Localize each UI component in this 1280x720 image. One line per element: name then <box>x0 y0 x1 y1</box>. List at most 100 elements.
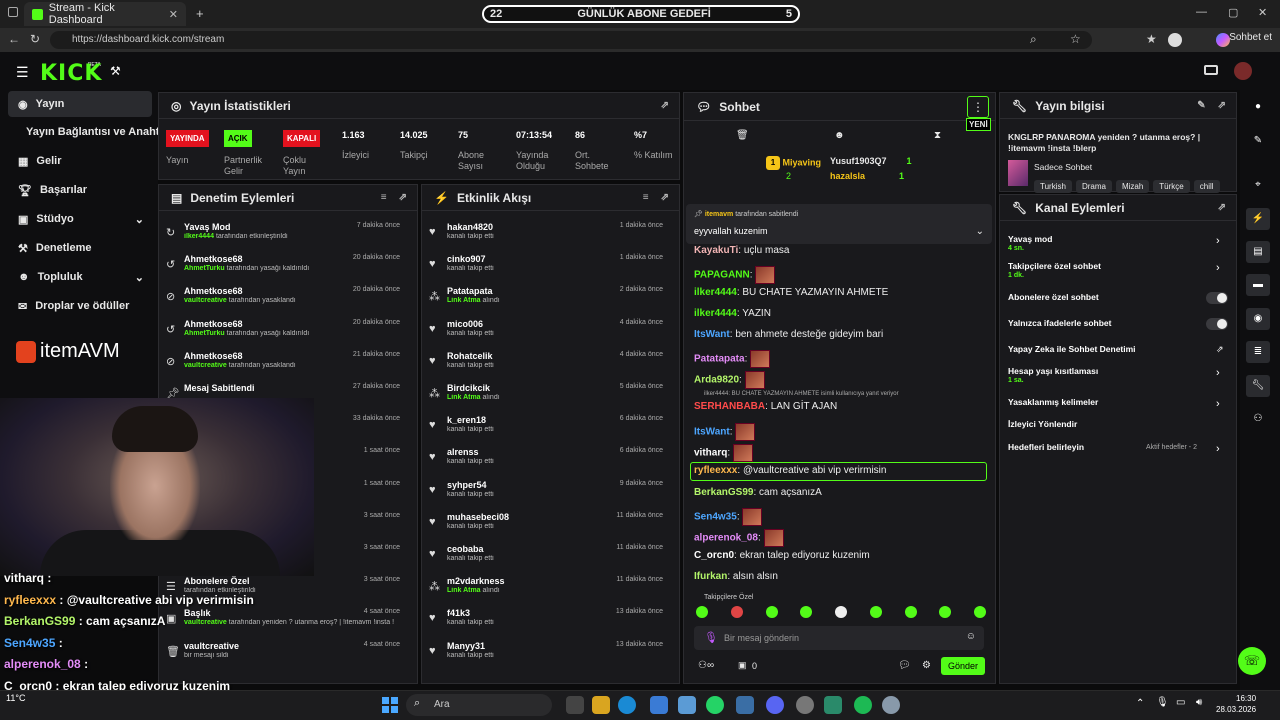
chat-username[interactable]: Arda9820 <box>694 375 739 386</box>
activity-row[interactable]: ♥ muhasebeci08 kanalı takip etti 11 dakika … <box>425 510 671 542</box>
mic-icon[interactable]: 🎙︎ <box>704 631 718 644</box>
chat-message[interactable]: ilker4444: BU CHATE YAZMAYIN AHMETE <box>694 287 888 298</box>
channel-action[interactable]: Abonelere özel sohbet <box>1008 292 1099 302</box>
trash-icon[interactable]: 🗑︎ <box>736 130 749 141</box>
activity-row[interactable]: ♥ Manyy31 kanalı takip etti 13 dakika önce <box>425 639 671 671</box>
edge-icon[interactable] <box>618 696 636 714</box>
activity-row[interactable]: ⁂ m2vdarkness Link Atma alındı 11 dakika ön… <box>425 574 671 606</box>
spotify-icon[interactable] <box>854 696 872 714</box>
emote-icon[interactable] <box>974 606 986 618</box>
task-view-icon[interactable] <box>566 696 584 714</box>
tray-chevron-icon[interactable]: ⌃ <box>1136 698 1144 709</box>
zoom-icon[interactable]: ⌕ <box>1030 32 1037 47</box>
channel-action[interactable]: Yalnızca ifadelerle sohbet <box>1008 318 1111 328</box>
chat-username[interactable]: PAPAGANN <box>694 270 750 281</box>
theater-icon[interactable] <box>1204 65 1218 75</box>
chat-username[interactable]: BerkanGS99 <box>694 487 753 498</box>
channel-action[interactable]: İzleyici Yönlendir <box>1008 419 1077 429</box>
settings-app-icon[interactable] <box>882 696 900 714</box>
moderation-row[interactable]: ↻ Yavaş Mod ilker4444 tarafından etkinleşt… <box>162 220 408 252</box>
popout-icon[interactable]: ⇗ <box>1218 202 1226 213</box>
windows-start-icon[interactable] <box>382 697 398 713</box>
chat-username[interactable]: alperenok_08 <box>694 533 758 544</box>
store-icon[interactable] <box>650 696 668 714</box>
app-icon[interactable] <box>736 696 754 714</box>
chat-message[interactable]: PAPAGANN: <box>694 266 776 284</box>
reload-icon[interactable]: ↻ <box>30 32 40 46</box>
tab-actions-icon[interactable] <box>8 7 18 17</box>
file-explorer-icon[interactable] <box>592 696 610 714</box>
document-icon[interactable]: ▤ <box>1246 241 1270 263</box>
activity-row[interactable]: ♥ Rohatcelik kanalı takip etti 4 dakika önc… <box>425 349 671 381</box>
activity-row[interactable]: ♥ mico006 kanalı takip etti 4 dakika önce <box>425 317 671 349</box>
filter-icon[interactable]: ≡ <box>643 192 649 203</box>
chat-message[interactable]: ItsWant: <box>694 423 756 441</box>
activity-row[interactable]: ♥ alrenss kanalı takip etti 6 dakika önce <box>425 445 671 477</box>
chat-message[interactable]: alperenok_08: <box>694 529 784 547</box>
pencil-icon[interactable]: ✎ <box>1246 130 1270 152</box>
toggle-switch[interactable] <box>1206 292 1228 304</box>
activity-row[interactable]: ⁂ Birdcikcik Link Atma alındı 5 dakika önce <box>425 381 671 413</box>
chat-username[interactable]: SERHANBABA <box>694 401 765 412</box>
chevron-right-icon[interactable]: › <box>1216 398 1220 410</box>
chat-message[interactable]: SERHANBABA: LAN GİT AJAN <box>694 401 837 412</box>
chat-username[interactable]: ItsWant <box>694 329 730 340</box>
sidebar-item-studyo[interactable]: ▣ Stüdyo ⌄ <box>8 206 152 232</box>
volume-icon[interactable]: 🔊︎ <box>1196 697 1202 708</box>
info-icon[interactable]: ● <box>1246 96 1270 118</box>
chat-message[interactable]: Arda9820: <box>694 371 765 389</box>
chevron-right-icon[interactable]: › <box>1216 443 1220 455</box>
sidebar-item-basarilar[interactable]: 🏆︎ Başarılar <box>8 177 152 203</box>
viewers-icon[interactable]: ⚇∞ <box>698 660 714 671</box>
sidebar-item-topluluk[interactable]: ☻ Topluluk ⌄ <box>8 264 152 290</box>
chat-username[interactable]: Ifurkan <box>694 571 727 582</box>
hammer-icon[interactable]: ⚒ <box>110 64 121 78</box>
activity-row[interactable]: ♥ syhper54 kanalı takip etti 9 dakika önce <box>425 478 671 510</box>
chat-username[interactable]: Patatapata <box>694 354 745 365</box>
chat-message[interactable]: Ifurkan: alsın alsın <box>694 571 778 582</box>
moderation-row[interactable]: ↺ Ahmetkose68 AhmetTurku tarafından yasağı… <box>162 252 408 284</box>
menu-icon[interactable]: ☰ <box>16 64 29 81</box>
chat-message[interactable]: ilker4444: YAZIN <box>694 308 771 319</box>
external-link-icon[interactable]: ⇗ <box>1216 344 1224 355</box>
activity-row[interactable]: ♥ hakan4820 kanalı takip etti 1 dakika önce <box>425 220 671 252</box>
moderation-row[interactable]: 🗑︎ vaultcreative bir mesajı sildi 4 saat ö… <box>162 639 408 671</box>
users-icon[interactable]: ⚇ <box>1246 408 1270 430</box>
copilot-icon[interactable] <box>1216 33 1230 47</box>
activity-row[interactable]: ♥ ceobaba kanalı takip etti 11 dakika önce <box>425 542 671 574</box>
popout-icon[interactable]: ⇗ <box>661 100 669 111</box>
chat-username[interactable]: C_orcn0 <box>694 550 734 561</box>
chat-username[interactable]: ilker4444 <box>694 287 737 298</box>
network-icon[interactable]: ▭ <box>1176 697 1185 708</box>
channel-action[interactable]: Hedefleri belirleyin <box>1008 442 1084 452</box>
moderation-row[interactable]: ⊘ Ahmetkose68 vaultcreative tarafından yas… <box>162 284 408 316</box>
wrench-icon[interactable]: 🔧︎ <box>1246 375 1270 397</box>
chat-message[interactable]: ItsWant: ben ahmete desteğe gideyim bari <box>694 329 883 340</box>
emoji-icon[interactable]: ☺ <box>966 631 976 642</box>
taskbar-search[interactable]: Ara <box>406 694 552 716</box>
emote-icon[interactable] <box>696 606 708 618</box>
whatsapp-icon[interactable] <box>706 696 724 714</box>
channel-action[interactable]: Yasaklanmış kelimeler <box>1008 397 1098 407</box>
help-icon[interactable]: ☏ <box>1238 647 1266 675</box>
popout-icon[interactable]: ⇗ <box>661 192 669 203</box>
close-tab-icon[interactable]: ✕ <box>169 8 178 21</box>
edit-icon[interactable]: ✎ <box>1197 100 1205 111</box>
chat-username[interactable]: KayakuTi <box>694 245 738 256</box>
app-icon[interactable] <box>678 696 696 714</box>
activity-row[interactable]: ♥ f41k3 kanalı takip etti 13 dakika önce <box>425 606 671 638</box>
favorites-icon[interactable]: ★ <box>1146 32 1157 46</box>
channel-action[interactable]: Takipçilere özel sohbet 1 dk. <box>1008 261 1101 279</box>
focus-icon[interactable]: ⌖ <box>1246 174 1270 196</box>
filter-icon[interactable]: ≡ <box>381 192 387 203</box>
sidebar-item-yayin[interactable]: ◉ Yayın <box>8 91 152 117</box>
new-tab-icon[interactable]: + <box>196 6 204 21</box>
popout-icon[interactable]: ⇗ <box>1218 100 1226 111</box>
copilot-chat-button[interactable]: Sohbet et <box>1229 32 1272 43</box>
chevron-right-icon[interactable]: › <box>1216 367 1220 379</box>
user-avatar[interactable] <box>1234 62 1252 80</box>
profile-avatar[interactable] <box>1168 33 1182 47</box>
moderation-row[interactable]: ⊘ Ahmetkose68 vaultcreative tarafından yas… <box>162 349 408 381</box>
channel-action[interactable]: Hesap yaşı kısıtlaması 1 sa. <box>1008 366 1098 384</box>
broadcast-icon[interactable]: ◉ <box>1246 308 1270 330</box>
